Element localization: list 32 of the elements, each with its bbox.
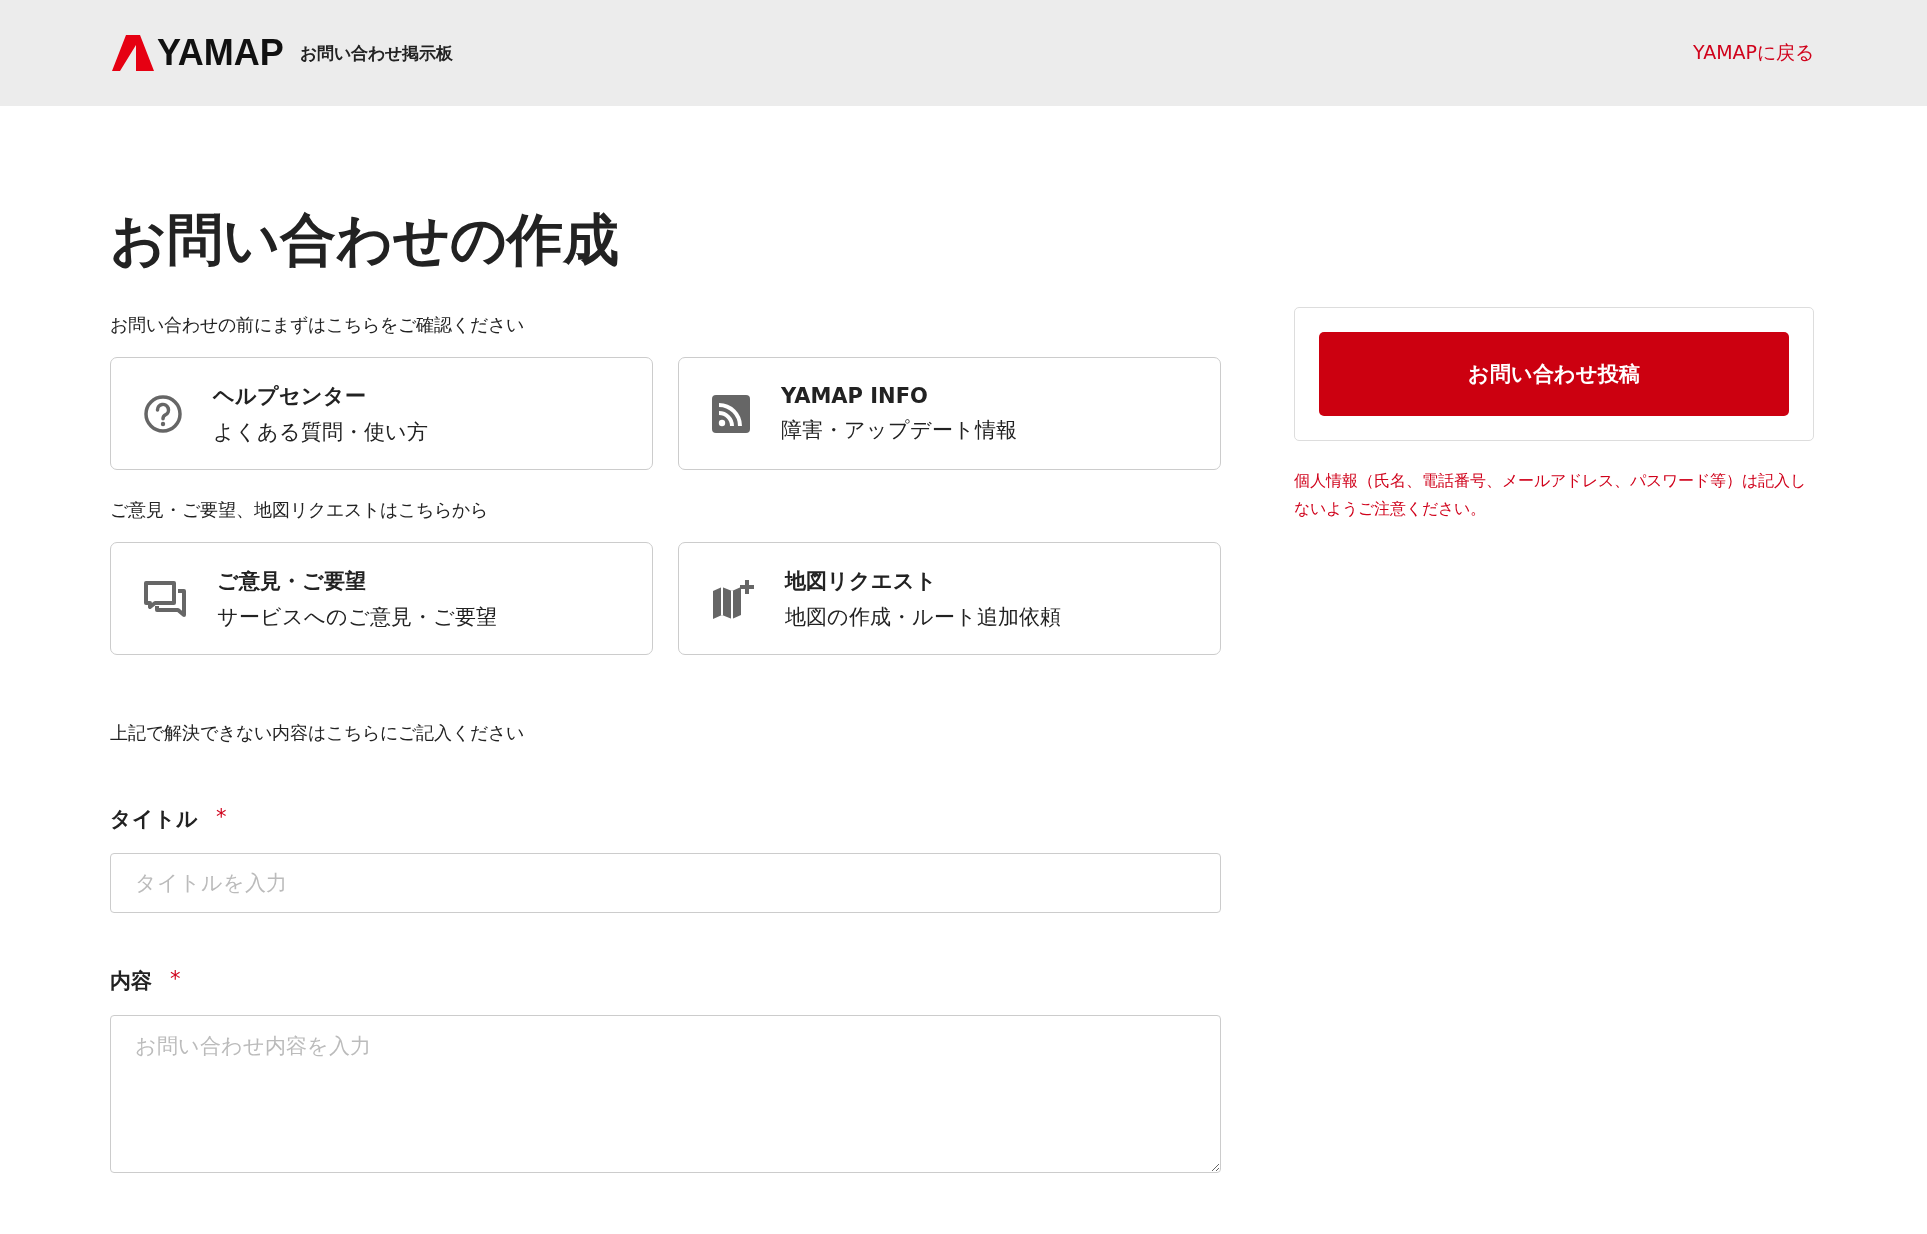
page-title: お問い合わせの作成 xyxy=(110,206,620,274)
form-intro: 上記で解決できない内容はこちらにご記入ください xyxy=(110,721,525,746)
card-title: ヘルプセンター xyxy=(213,382,367,410)
logo-wordmark: YAMAP xyxy=(157,32,284,74)
map-add-icon xyxy=(711,578,755,619)
field-label: 内容 xyxy=(110,968,152,996)
card-subtitle: 障害・アップデート情報 xyxy=(781,416,1017,444)
required-mark: * xyxy=(170,967,181,994)
privacy-notice: 個人情報（氏名、電話番号、メールアドレス、パスワード等）は記入しないようご注意ください。 xyxy=(1294,470,1807,520)
submit-button[interactable]: お問い合わせ投稿 xyxy=(1319,332,1789,416)
card-title: YAMAP INFO xyxy=(781,383,929,408)
card-subtitle: サービスへのご意見・ご要望 xyxy=(217,603,497,631)
link-card[interactable]: ご意見・ご要望 サービスへのご意見・ご要望 xyxy=(110,542,653,656)
link-card[interactable]: ヘルプセンター よくある質問・使い方 xyxy=(110,357,653,471)
chat-bubbles-icon xyxy=(143,578,187,619)
required-mark: * xyxy=(216,805,227,832)
rss-feed-icon xyxy=(711,393,751,434)
link-card[interactable]: YAMAP INFO 障害・アップデート情報 xyxy=(678,357,1221,471)
section-intro: お問い合わせの前にまずはこちらをご確認ください xyxy=(110,313,525,338)
site-title: お問い合わせ掲示板 xyxy=(299,41,453,65)
content-textarea-field[interactable]: お問い合わせ内容を入力 xyxy=(110,1015,1221,1174)
link-card[interactable]: 地図リクエスト 地図の作成・ルート追加依頼 xyxy=(678,542,1221,656)
question-icon xyxy=(143,393,183,434)
field-label: タイトル xyxy=(110,806,198,834)
card-subtitle: 地図の作成・ルート追加依頼 xyxy=(785,603,1061,631)
mountain-logo-icon xyxy=(112,35,154,71)
section-intro: ご意見・ご要望、地図リクエストはこちらから xyxy=(110,498,489,523)
card-title: ご意見・ご要望 xyxy=(217,567,367,595)
back-link[interactable]: YAMAPに戻る xyxy=(1693,40,1814,66)
title-input-field[interactable]: タイトルを入力 xyxy=(110,853,1221,914)
card-title: 地図リクエスト xyxy=(785,567,938,595)
card-subtitle: よくある質問・使い方 xyxy=(213,418,428,446)
